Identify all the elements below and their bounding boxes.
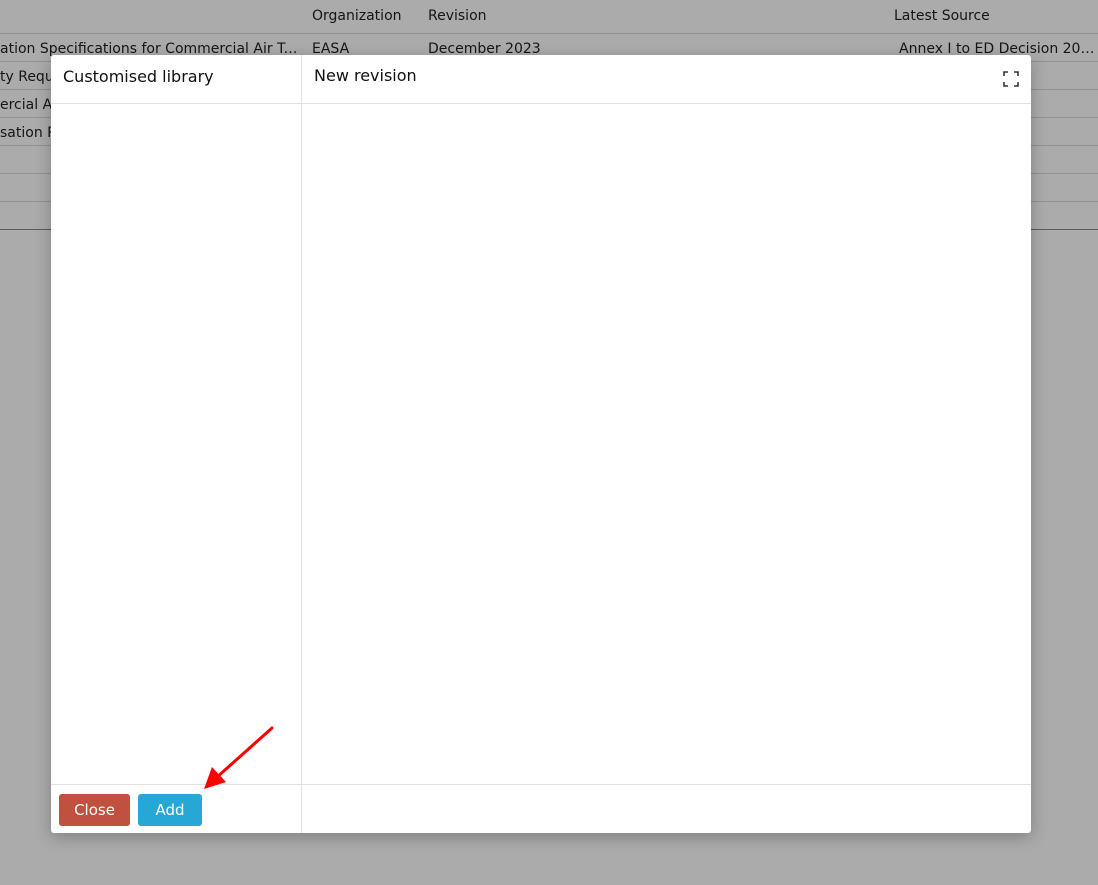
customised-library-panel: Customised library Close Add — [51, 55, 302, 833]
revision-panel-footer — [302, 784, 1031, 833]
library-panel-title: Customised library — [63, 67, 214, 86]
new-revision-dialog: Customised library Close Add New revisio… — [51, 55, 1031, 833]
revision-panel-header: New revision — [302, 55, 1031, 104]
close-button[interactable]: Close — [59, 794, 130, 826]
expand-icon[interactable] — [1003, 71, 1019, 87]
revision-panel-title: New revision — [314, 66, 417, 85]
library-panel-header: Customised library — [51, 55, 301, 104]
add-button[interactable]: Add — [138, 794, 202, 826]
new-revision-panel: New revision — [302, 55, 1031, 833]
dialog-footer-actions: Close Add — [51, 784, 301, 833]
